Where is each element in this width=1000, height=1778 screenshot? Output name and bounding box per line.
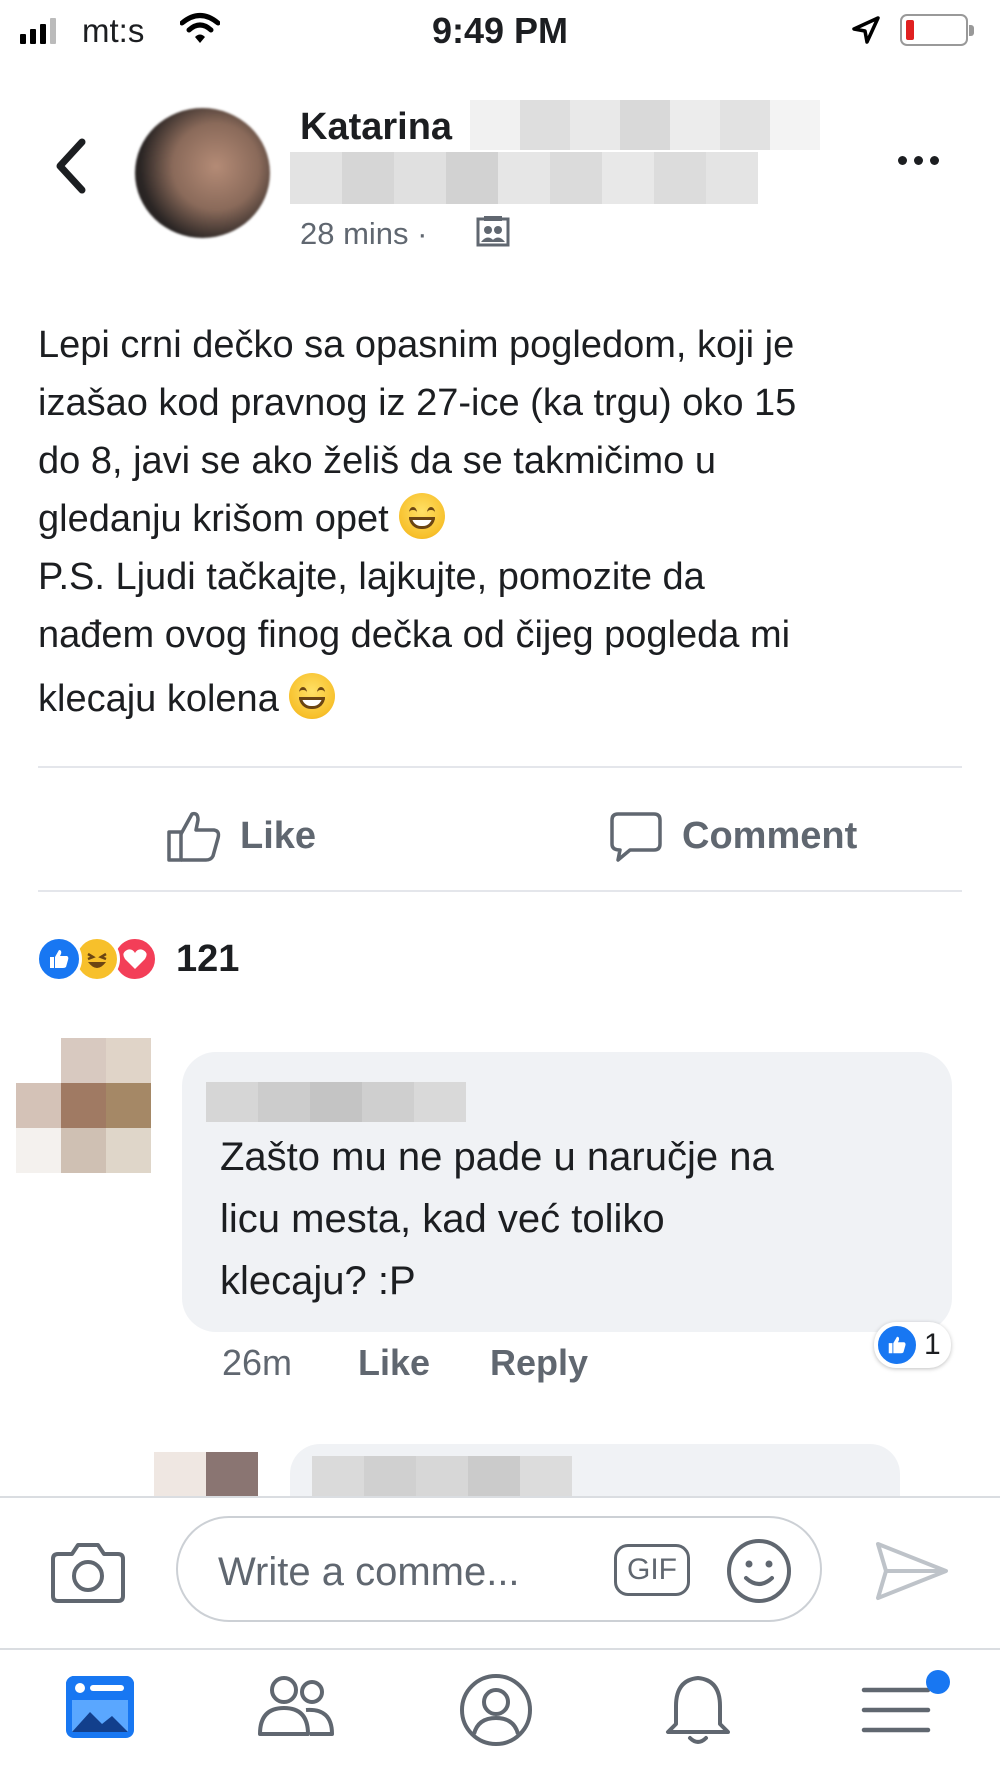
like-button[interactable]: Like	[166, 808, 316, 864]
comment-text-line: klecaju? :P	[220, 1259, 416, 1303]
like-reaction-icon	[876, 1324, 918, 1366]
next-comment-avatar-blur	[154, 1452, 258, 1496]
post-text-line-content: klecaju kolena	[38, 678, 279, 720]
post-text-line: klecaju kolena	[38, 670, 968, 728]
comment-time[interactable]: 26m	[222, 1342, 292, 1384]
tears-of-joy-emoji-icon	[399, 493, 446, 539]
divider	[38, 890, 962, 892]
notifications-icon[interactable]	[662, 1672, 734, 1748]
comment-bubble-icon	[610, 812, 662, 862]
audience-group-icon	[476, 216, 510, 247]
like-reaction-icon	[36, 936, 82, 982]
post-text-line: do 8, javi se ako želiš da se takmičimo …	[38, 440, 716, 482]
redacted-commenter-name-blur	[206, 1082, 466, 1122]
post-text-line: gledanju krišom opet	[38, 490, 968, 548]
comment-input[interactable]: Write a comme... GIF	[176, 1516, 822, 1622]
battery-icon	[900, 14, 974, 46]
thumbs-up-icon	[167, 811, 221, 862]
menu-notification-dot	[926, 1670, 950, 1694]
gif-button[interactable]: GIF	[614, 1544, 690, 1596]
post-timestamp[interactable]: 28 mins ·	[300, 216, 427, 252]
divider	[38, 766, 962, 768]
post-text-line: izašao kod pravnog iz 27-ice (ka trgu) o…	[38, 382, 797, 424]
friends-icon[interactable]	[256, 1672, 336, 1744]
comment-text-line: Zašto mu ne pade u naručje na	[220, 1135, 774, 1179]
post-text-line: nađem ovog finog dečka od čijeg pogleda …	[38, 614, 791, 656]
redacted-next-commenter-blur	[312, 1456, 572, 1496]
post-text-line: Lepi crni dečko sa opasnim pogledom, koj…	[38, 324, 795, 366]
comment-like-count: 1	[924, 1328, 941, 1361]
menu-icon[interactable]	[860, 1672, 932, 1744]
commenter-avatar[interactable]	[16, 1038, 151, 1173]
reaction-summary[interactable]: 121	[36, 936, 239, 982]
more-options-icon[interactable]	[898, 156, 939, 165]
profile-icon[interactable]	[458, 1672, 534, 1748]
grinning-emoji-icon	[289, 673, 336, 719]
comment-text: Zašto mu ne pade u naručje na licu mesta…	[220, 1126, 940, 1312]
comment-button[interactable]: Comment	[608, 808, 857, 864]
post-text-line: P.S. Ljudi tačkajte, lajkujte, pomozite …	[38, 556, 705, 598]
like-button-label: Like	[240, 814, 317, 857]
author-avatar[interactable]	[135, 108, 270, 238]
camera-icon[interactable]	[50, 1540, 126, 1604]
post-text-line-content: gledanju krišom opet	[38, 498, 389, 540]
comment-button-label: Comment	[682, 814, 858, 857]
author-name[interactable]: Katarina	[300, 106, 452, 149]
comment-composer: Write a comme... GIF	[0, 1496, 1000, 1646]
post-text: Lepi crni dečko sa opasnim pogledom, koj…	[38, 316, 968, 728]
status-bar: mt:s 9:49 PM	[0, 0, 1000, 70]
redacted-subtitle-blur	[290, 152, 758, 204]
reaction-count: 121	[176, 937, 240, 980]
comment-text-line: licu mesta, kad već toliko	[220, 1197, 665, 1241]
location-arrow-icon	[852, 16, 880, 44]
redacted-name-blur	[470, 100, 820, 150]
emoji-picker-icon[interactable]	[724, 1536, 794, 1606]
bottom-tab-bar	[0, 1648, 1000, 1778]
send-icon[interactable]	[874, 1540, 950, 1602]
comment-input-placeholder: Write a comme...	[218, 1550, 520, 1594]
comment-reaction-badge[interactable]: 1	[874, 1322, 951, 1368]
news-feed-icon[interactable]	[64, 1672, 136, 1744]
comment-like-button[interactable]: Like	[358, 1342, 430, 1384]
comment-reply-button[interactable]: Reply	[490, 1342, 588, 1384]
back-arrow-icon[interactable]	[52, 138, 88, 194]
